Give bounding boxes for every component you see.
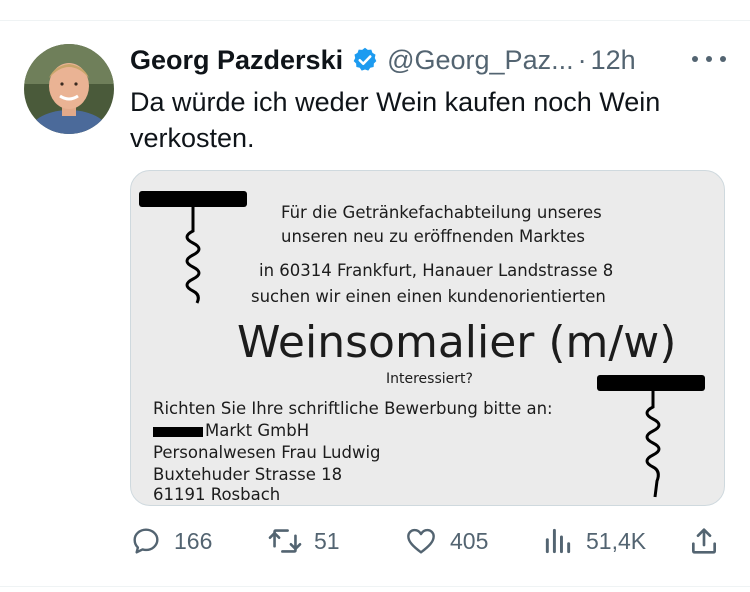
tweet-media-image[interactable]: Für die Getränkefachabteilung unseres un… — [130, 170, 725, 506]
author-avatar[interactable] — [24, 44, 114, 134]
ad-company: Markt GmbH — [153, 421, 309, 440]
retweet-count: 51 — [314, 527, 340, 554]
author-handle[interactable]: @Georg_Paz... — [387, 45, 574, 76]
reply-icon — [133, 528, 159, 554]
tweet-text: Da würde ich weder Wein kaufen noch Wein… — [130, 87, 661, 153]
like-count: 405 — [450, 527, 489, 554]
verified-badge-icon — [351, 46, 379, 74]
views-button[interactable]: 51,4K — [542, 522, 646, 560]
share-icon — [692, 528, 716, 554]
separator-dot: · — [577, 44, 587, 75]
ad-question: Interessiert? — [386, 371, 473, 387]
author-name[interactable]: Georg Pazderski — [130, 45, 343, 76]
avatar-photo — [24, 44, 114, 134]
bottom-divider — [0, 586, 750, 587]
ad-line-3: in 60314 Frankfurt, Hanauer Landstrasse … — [259, 261, 614, 280]
share-button[interactable] — [688, 522, 720, 560]
ad-line-4: suchen wir einen einen kundenorientierte… — [251, 287, 606, 306]
ad-company-name: Markt GmbH — [205, 421, 310, 440]
redaction-bar — [153, 426, 203, 437]
top-divider — [0, 20, 750, 21]
reply-button[interactable]: 166 — [130, 522, 212, 560]
heart-icon — [407, 528, 435, 554]
ad-contact: Personalwesen Frau Ludwig — [153, 443, 381, 462]
ad-line-1: Für die Getränkefachabteilung unseres — [281, 203, 602, 222]
more-options-icon[interactable] — [692, 44, 726, 74]
retweet-button[interactable]: 51 — [268, 522, 340, 560]
views-count: 51,4K — [586, 527, 647, 554]
tweet-header: Georg Pazderski @Georg_Paz... · 12h — [130, 40, 636, 80]
retweet-icon — [268, 529, 302, 553]
like-button[interactable]: 405 — [404, 522, 488, 560]
ad-headline: Weinsomalier (m/w) — [237, 317, 677, 368]
reply-count: 166 — [174, 527, 213, 554]
ad-street: Buxtehuder Strasse 18 — [153, 465, 343, 484]
tweet-actions-bar: 166 51 405 51,4K — [130, 522, 730, 560]
ad-line-2: unseren neu zu eröffnenden Marktes — [281, 227, 585, 246]
ad-city: 61191 Rosbach — [153, 485, 281, 504]
tweet-timestamp[interactable]: 12h — [591, 45, 636, 76]
ad-apply-intro: Richten Sie Ihre schriftliche Bewerbung … — [153, 399, 553, 418]
views-chart-icon — [545, 528, 571, 554]
